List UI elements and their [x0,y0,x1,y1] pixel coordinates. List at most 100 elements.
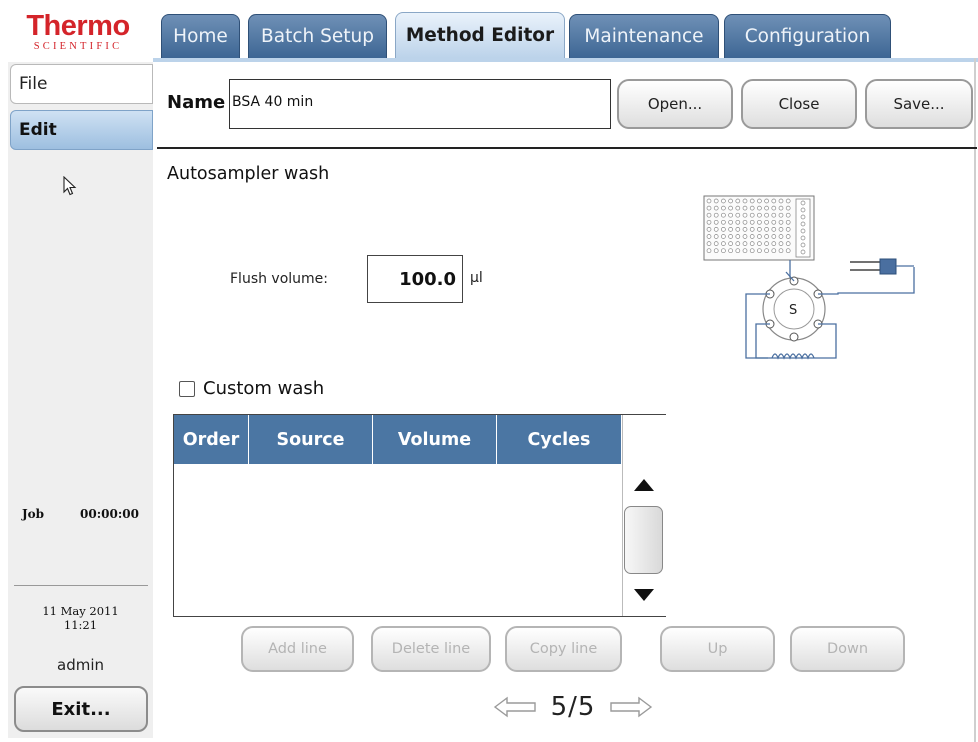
plate-well [706,227,712,232]
plate-edge-well [800,214,806,220]
plate-well [764,198,769,204]
plate-well [757,198,762,204]
tab-batch-setup[interactable]: Batch Setup [248,14,387,58]
plate-well [757,219,762,225]
sidebar-item-edit[interactable]: Edit [10,110,153,150]
plate-well [706,205,712,211]
plate-well [749,198,755,204]
job-timer: 00:00:00 [80,507,139,521]
logo-wordmark: Thermo [26,10,130,42]
plate-well [735,234,741,239]
delete-line-button[interactable]: Delete line [371,626,491,672]
plate-well [778,248,784,254]
flush-volume-unit: µl [470,270,483,286]
scrollbar-thumb[interactable] [624,506,663,574]
section-title: Autosampler wash [167,164,330,184]
plate-well [713,234,719,239]
plate-well [785,198,791,204]
flush-volume-label: Flush volume: [230,271,329,287]
plate-edge-well [800,200,806,206]
sidebar [8,62,153,738]
plate-well [749,212,755,218]
plate-well [749,234,755,239]
page-indicator: 5/5 [550,692,596,722]
plate-well [742,219,748,225]
plate-well [735,227,741,232]
open-button[interactable]: Open... [617,79,733,129]
plate-well [706,234,712,239]
plate-well [778,212,784,218]
plate-well [771,241,777,246]
plate-well [785,241,791,246]
plate-well [735,205,741,211]
plate-well [706,219,712,225]
plate-well [757,205,762,211]
tab-method-editor[interactable]: Method Editor [395,12,565,58]
plate-well [778,234,784,239]
plate-well [713,198,719,204]
plate-well [706,198,712,204]
close-button[interactable]: Close [741,79,857,129]
column-header-cycles: Cycles [497,415,622,464]
plate-well [757,234,762,239]
scroll-up-arrow-icon[interactable] [633,478,655,492]
plate-well [757,227,762,232]
plate-well [778,241,784,246]
plate-well [735,219,741,225]
plate-well [728,205,733,211]
column-header-source: Source [249,415,373,464]
exit-button[interactable]: Exit... [14,686,148,732]
plate-well [771,219,777,225]
tubing-line [818,267,915,295]
sidebar-item-file[interactable]: File [10,64,153,104]
plate-well [721,198,726,204]
plate-well [778,219,784,225]
previous-page-arrow-icon[interactable] [493,696,537,718]
method-name-input[interactable]: BSA 40 min [229,79,611,129]
tab-home[interactable]: Home [161,14,240,58]
scroll-down-arrow-icon[interactable] [633,588,655,602]
plate-well [771,212,777,218]
plate-well [728,227,733,232]
plate-well [749,227,755,232]
up-button[interactable]: Up [660,626,775,672]
plate-well [721,205,726,211]
plate-well [749,219,755,225]
next-page-arrow-icon[interactable] [609,696,653,718]
valve-label: S [789,303,797,318]
plate-edge-well [800,235,806,241]
plate-edge-well [800,242,806,248]
syringe-pump [879,258,897,275]
flush-volume-input[interactable]: 100.0 [367,255,463,303]
plate-well [742,248,748,254]
tab-maintenance[interactable]: Maintenance [569,14,719,58]
plate-well [728,241,733,246]
plate-well [735,248,741,254]
plate-well [713,205,719,211]
plate-well [785,227,791,232]
copy-line-button[interactable]: Copy line [505,626,622,672]
plate-well [764,212,769,218]
plate-well [749,241,755,246]
autosampler-diagram: S [703,195,915,360]
custom-wash-checkbox[interactable] [179,381,195,397]
save-button[interactable]: Save... [865,79,973,129]
mouse-cursor-icon [63,176,77,196]
plate-well [771,227,777,232]
plate-well [757,212,762,218]
down-button[interactable]: Down [790,626,905,672]
plate-edge-well [800,207,806,213]
plate-well [721,212,726,218]
plate-well [764,227,769,232]
plate-well [721,234,726,239]
plate-well [771,248,777,254]
add-line-button[interactable]: Add line [241,626,354,672]
plate-well [742,198,748,204]
plate-well [764,205,769,211]
tab-configuration[interactable]: Configuration [724,14,891,58]
plate-well [771,198,777,204]
plate-edge-well [800,221,806,227]
plate-well [721,248,726,254]
current-time: 11:21 [63,618,98,632]
header-divider [157,147,977,149]
